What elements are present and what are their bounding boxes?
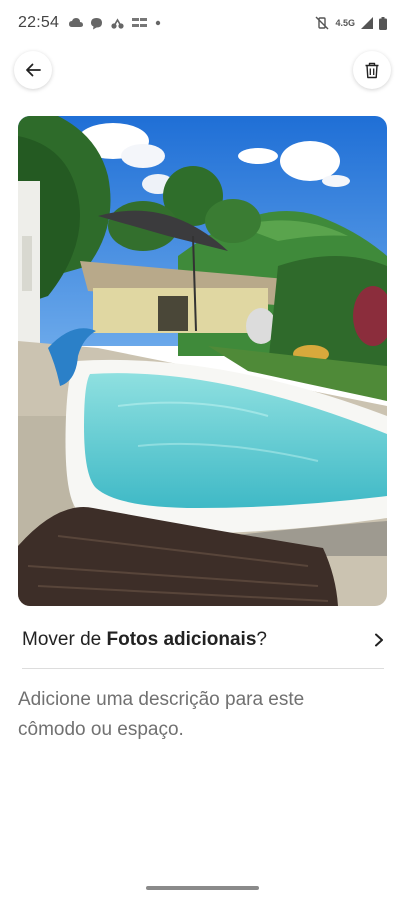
trash-icon	[365, 62, 379, 78]
move-prompt-text: Mover de Fotos adicionais?	[22, 629, 267, 651]
battery-icon	[379, 16, 387, 30]
move-prompt-suffix: ?	[256, 629, 267, 650]
back-button[interactable]	[14, 51, 52, 89]
mute-vibrate-icon	[315, 16, 329, 30]
pool-photo[interactable]	[18, 116, 387, 606]
fan-icon	[111, 18, 124, 29]
system-icons: 4.5G	[315, 16, 387, 30]
app-text-icon	[132, 18, 148, 27]
home-indicator[interactable]	[146, 886, 259, 890]
move-to-album-row[interactable]: Mover de Fotos adicionais?	[22, 620, 384, 660]
arrow-left-icon	[26, 63, 41, 77]
move-prompt-prefix: Mover de	[22, 629, 107, 650]
cloud-icon	[69, 18, 84, 27]
chat-bubble-icon	[91, 17, 103, 29]
notification-icons	[69, 17, 161, 30]
pool-scene-image	[18, 116, 387, 606]
network-type: 4.5G	[335, 18, 355, 28]
dot-icon	[155, 20, 161, 26]
status-bar: 22:54 4.5G	[0, 0, 405, 46]
signal-icon	[361, 17, 373, 29]
delete-button[interactable]	[353, 51, 391, 89]
chevron-right-icon	[375, 633, 383, 647]
divider	[22, 668, 384, 669]
description-input[interactable]: Adicione uma descrição para este cômodo …	[18, 685, 368, 745]
move-prompt-target: Fotos adicionais	[106, 629, 257, 650]
status-time: 22:54	[18, 14, 60, 31]
